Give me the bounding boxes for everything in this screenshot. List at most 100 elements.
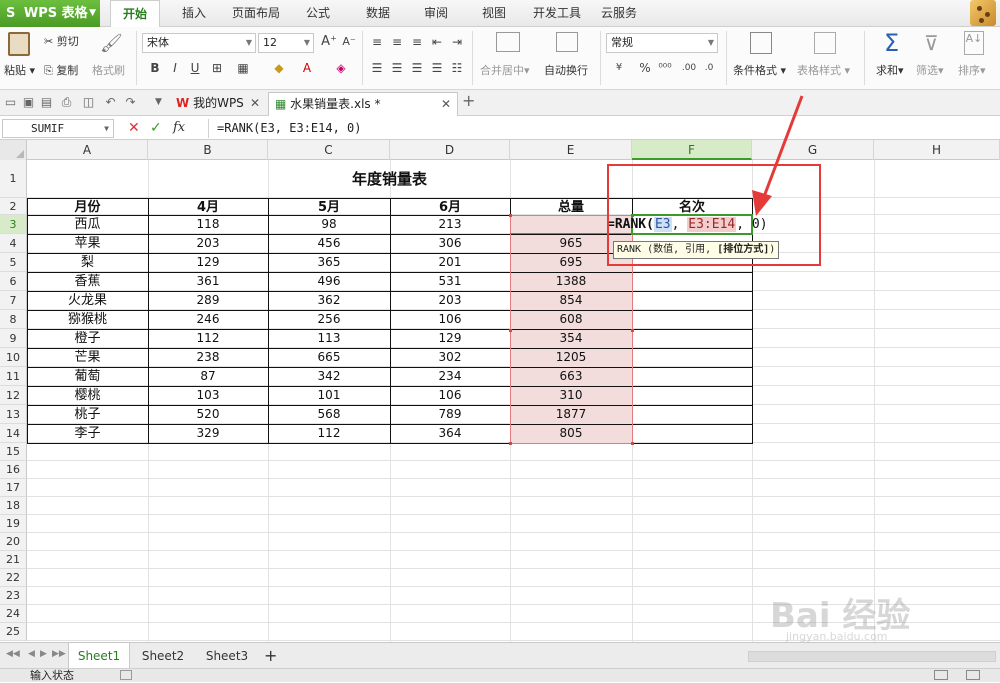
- row-header-3[interactable]: 3: [0, 215, 27, 234]
- sort-icon[interactable]: A↓: [964, 31, 984, 55]
- undo-icon[interactable]: ↶: [104, 96, 117, 109]
- redo-icon[interactable]: ↷: [124, 96, 137, 109]
- table-cell[interactable]: 608: [510, 310, 632, 329]
- row-header-5[interactable]: 5: [0, 253, 27, 272]
- last-sheet-icon[interactable]: ▶▶: [52, 649, 66, 659]
- spreadsheet-grid[interactable]: ABCDEFGH 1 2 3 4 5 6 7 8 9 10 11 12 13 14 15 16 17 18 19 20…: [0, 140, 1000, 642]
- table-cell[interactable]: 129: [390, 329, 510, 348]
- row-header-1[interactable]: 1: [0, 160, 27, 198]
- conditional-format-icon[interactable]: [750, 32, 772, 54]
- table-cell[interactable]: 663: [510, 367, 632, 386]
- align-bottom-icon[interactable]: ≡: [408, 33, 426, 51]
- copy-button[interactable]: ⎘ 复制: [44, 62, 78, 78]
- row-header-17[interactable]: 17: [0, 479, 27, 497]
- align-left-icon[interactable]: ☰: [368, 59, 386, 77]
- decrease-decimal-icon[interactable]: .0: [700, 59, 718, 77]
- name-box[interactable]: SUMIF ▼: [2, 119, 114, 138]
- first-sheet-icon[interactable]: ◀◀: [6, 649, 20, 659]
- row-header-9[interactable]: 9: [0, 329, 27, 348]
- tab-workbook[interactable]: ▦ 水果销量表.xls * ✕: [268, 92, 458, 116]
- table-cell[interactable]: 665: [268, 348, 390, 367]
- indent-increase-icon[interactable]: ⇥: [448, 33, 466, 51]
- row-header-15[interactable]: 15: [0, 443, 27, 461]
- comma-icon[interactable]: ⁰⁰⁰: [656, 59, 674, 77]
- confirm-icon[interactable]: ✓: [150, 120, 162, 136]
- print-icon[interactable]: ⎙: [60, 96, 73, 109]
- row-header-20[interactable]: 20: [0, 533, 27, 551]
- column-header-c[interactable]: C: [268, 140, 390, 160]
- page-view-icon[interactable]: [966, 670, 980, 680]
- table-cell[interactable]: 橙子: [27, 329, 148, 348]
- align-middle-icon[interactable]: ≡: [388, 33, 406, 51]
- open-icon[interactable]: ▭: [4, 96, 17, 109]
- table-cell[interactable]: 256: [268, 310, 390, 329]
- number-format-select[interactable]: 常规 ▼: [606, 33, 718, 53]
- table-cell[interactable]: 112: [268, 424, 390, 443]
- column-header-f[interactable]: F: [632, 140, 752, 160]
- table-cell[interactable]: 302: [390, 348, 510, 367]
- column-header-h[interactable]: H: [874, 140, 1000, 160]
- table-cell[interactable]: 113: [268, 329, 390, 348]
- table-cell[interactable]: 桃子: [27, 405, 148, 424]
- table-cell[interactable]: 213: [390, 215, 510, 234]
- table-cell[interactable]: 樱桃: [27, 386, 148, 405]
- table-cell[interactable]: 329: [148, 424, 268, 443]
- row-header-8[interactable]: 8: [0, 310, 27, 329]
- row-header-2[interactable]: 2: [0, 198, 27, 215]
- table-cell[interactable]: 364: [390, 424, 510, 443]
- table-cell[interactable]: 246: [148, 310, 268, 329]
- distributed-icon[interactable]: ☷: [448, 59, 466, 77]
- tab-formulas[interactable]: 公式: [298, 0, 338, 27]
- row-header-13[interactable]: 13: [0, 405, 27, 424]
- row-header-25[interactable]: 25: [0, 623, 27, 641]
- row-header-22[interactable]: 22: [0, 569, 27, 587]
- horizontal-scrollbar[interactable]: [748, 651, 996, 662]
- table-cell[interactable]: 203: [390, 291, 510, 310]
- table-cell[interactable]: 201: [390, 253, 510, 272]
- insert-function-icon[interactable]: fx: [173, 120, 185, 135]
- row-header-10[interactable]: 10: [0, 348, 27, 367]
- percent-icon[interactable]: %: [636, 59, 654, 77]
- sum-icon[interactable]: Σ: [884, 29, 899, 57]
- normal-view-icon[interactable]: [934, 670, 948, 680]
- row-header-7[interactable]: 7: [0, 291, 27, 310]
- align-center-icon[interactable]: ☰: [388, 59, 406, 77]
- table-cell[interactable]: 118: [148, 215, 268, 234]
- table-cell[interactable]: 火龙果: [27, 291, 148, 310]
- merge-icon[interactable]: [496, 32, 520, 52]
- preview-icon[interactable]: ◫: [82, 96, 95, 109]
- app-menu-button[interactable]: S WPS 表格 ▼: [0, 0, 100, 27]
- filter-button[interactable]: 筛选▾: [916, 62, 944, 78]
- table-style-button[interactable]: 表格样式 ▾: [797, 62, 850, 78]
- font-size-select[interactable]: 12 ▼: [258, 33, 314, 53]
- save-icon[interactable]: ▣: [22, 96, 35, 109]
- sheet-tab-3[interactable]: Sheet3: [196, 643, 258, 669]
- wrap-text-icon[interactable]: [556, 32, 578, 52]
- tab-page-layout[interactable]: 页面布局: [228, 0, 284, 27]
- cell-border-icon[interactable]: ▦: [234, 59, 252, 77]
- table-cell[interactable]: 354: [510, 329, 632, 348]
- table-cell[interactable]: 361: [148, 272, 268, 291]
- table-cell[interactable]: 456: [268, 234, 390, 253]
- sort-button[interactable]: 排序▾: [958, 62, 986, 78]
- table-cell[interactable]: 苹果: [27, 234, 148, 253]
- row-header-24[interactable]: 24: [0, 605, 27, 623]
- sheet-tab-1[interactable]: Sheet1: [68, 643, 130, 669]
- table-cell[interactable]: 234: [390, 367, 510, 386]
- table-cell[interactable]: 香蕉: [27, 272, 148, 291]
- increase-font-icon[interactable]: A⁺: [320, 33, 338, 51]
- table-cell[interactable]: 568: [268, 405, 390, 424]
- align-right-icon[interactable]: ☰: [408, 59, 426, 77]
- filter-icon[interactable]: ⊽: [924, 31, 939, 55]
- table-cell[interactable]: 854: [510, 291, 632, 310]
- tab-cloud[interactable]: 云服务: [596, 0, 642, 27]
- table-cell[interactable]: 1205: [510, 348, 632, 367]
- clear-format-icon[interactable]: ◈: [332, 59, 350, 77]
- select-all-corner[interactable]: [0, 140, 27, 160]
- close-icon[interactable]: ✕: [250, 92, 260, 114]
- row-header-18[interactable]: 18: [0, 497, 27, 515]
- format-painter-button[interactable]: 格式刷: [92, 62, 125, 78]
- paste-icon[interactable]: [8, 32, 30, 56]
- table-cell[interactable]: 238: [148, 348, 268, 367]
- column-header-a[interactable]: A: [27, 140, 148, 160]
